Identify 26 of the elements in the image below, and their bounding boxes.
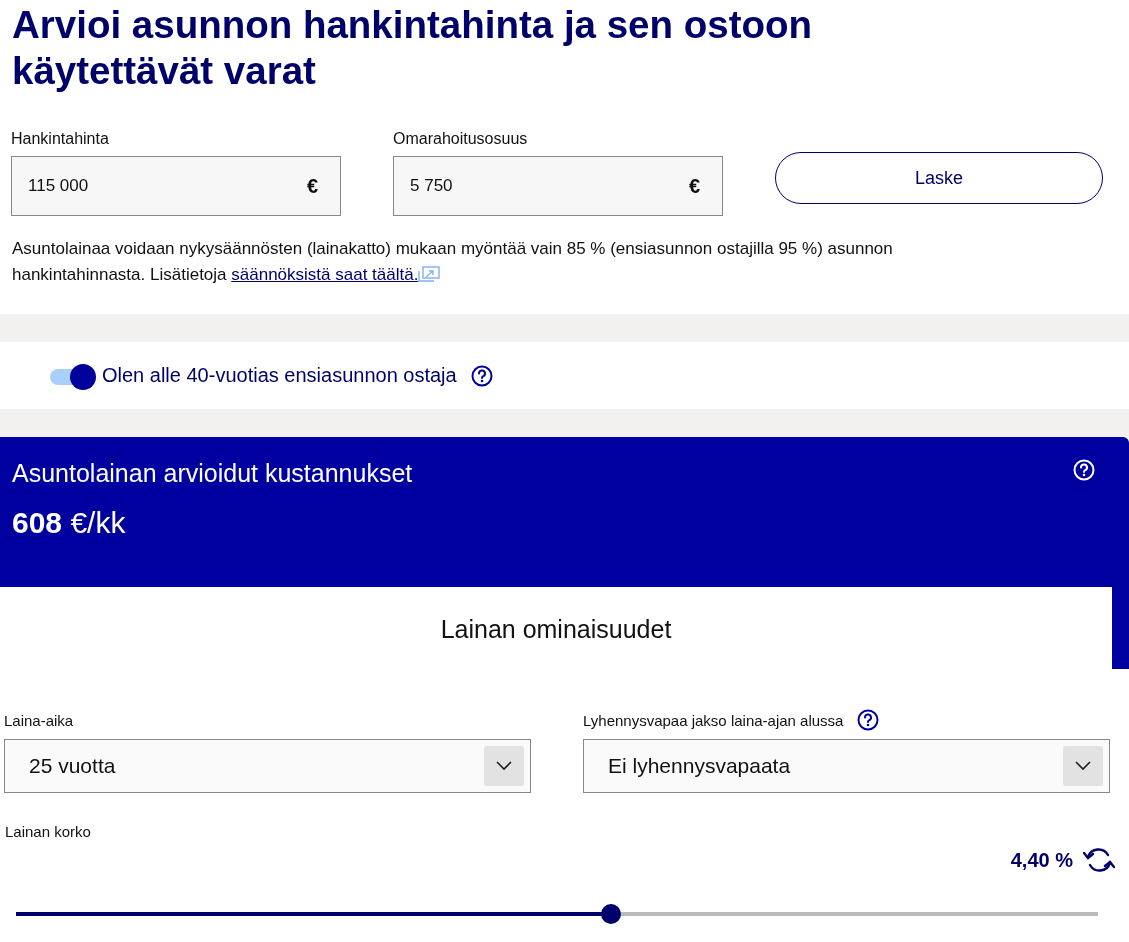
- input-field[interactable]: 115 000 €: [11, 156, 341, 216]
- external-link-icon: [418, 266, 441, 282]
- dropdown[interactable]: 25 vuotta: [4, 739, 531, 793]
- panel-title: Asuntolainan arvioidut kustannukset: [12, 459, 413, 488]
- toggle-label: Olen alle 40-vuotias ensiasunnon ostaja: [102, 364, 457, 387]
- interest-rate: 4,40 %: [1010, 848, 1073, 872]
- monthly-cost: 608 €/kk: [11, 505, 127, 540]
- field-label: Omarahoitusosuus: [393, 130, 529, 148]
- help-icon[interactable]: [857, 709, 880, 731]
- slider-thumb[interactable]: [601, 904, 622, 924]
- rules-link[interactable]: säännöksistä saat täältä.: [231, 265, 419, 284]
- field-label: Lyhennysvapaa jakso laina-ajan alussa: [583, 711, 844, 729]
- field-label: Hankintahinta: [11, 130, 110, 148]
- calculate-button[interactable]: Laske: [775, 152, 1103, 204]
- chevron-down-icon: [496, 761, 512, 771]
- card-title: Lainan ominaisuudet: [440, 615, 672, 645]
- help-icon[interactable]: [470, 364, 493, 387]
- page-title: Arvioi asunnon hankintahinta ja sen ostoon käytettävät varat: [11, 2, 814, 94]
- refresh-icon[interactable]: [1083, 846, 1115, 874]
- info-text: Asuntolainaa voidaan nykysäännösten (lainakatto) mukaan myöntää vain 85 % (ensiasunnon ostajilla 95 %) asunnon hankintahinnasta. Lisätietoja säännöksistä saat täältä.: [11, 238, 894, 286]
- field-label: Lainan korko: [4, 822, 92, 840]
- chevron-down-icon: [1075, 761, 1091, 771]
- toggle-switch[interactable]: [50, 363, 96, 388]
- input-field[interactable]: 5 750 €: [393, 156, 723, 216]
- dropdown[interactable]: Ei lyhennysvapaata: [583, 739, 1110, 793]
- field-label: Laina-aika: [4, 711, 74, 729]
